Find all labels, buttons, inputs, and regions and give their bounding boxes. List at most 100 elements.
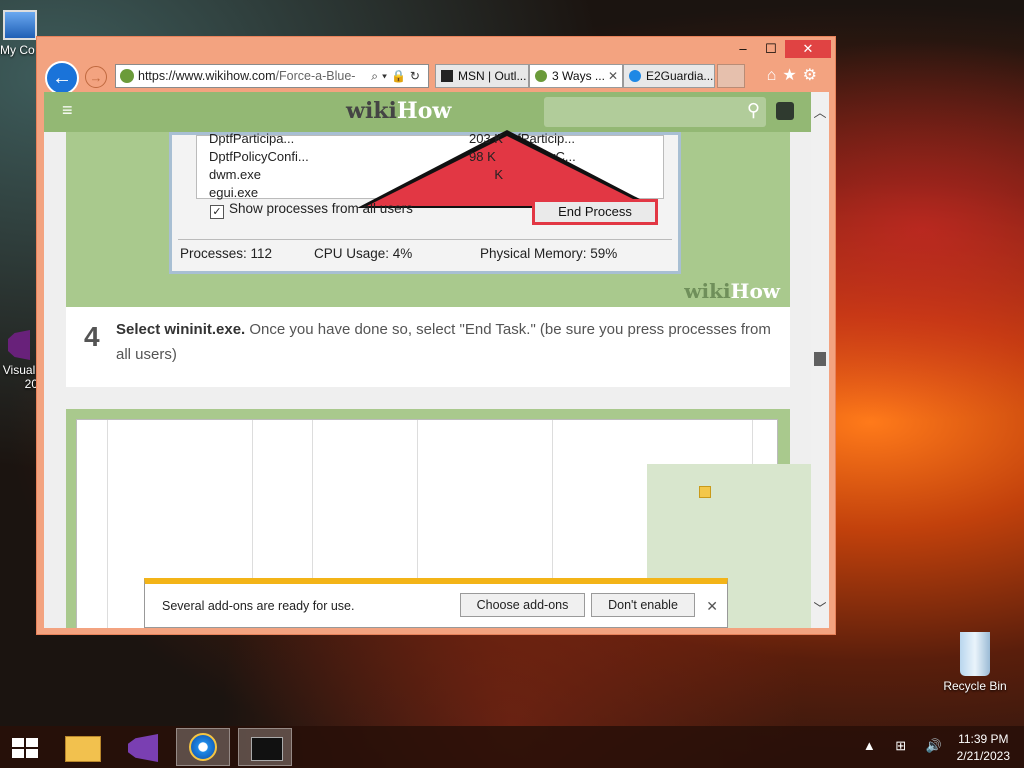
task-manager-screenshot: DptfParticipa... DptfPolicyConfi... dwm.… [169, 130, 681, 274]
notification-close-icon[interactable]: ✕ [706, 598, 718, 615]
address-tools[interactable]: ⌕▾🔒↻ [371, 65, 424, 87]
taskbar-file-explorer[interactable] [56, 728, 110, 766]
address-bar[interactable]: https://www.wikihow.com/Force-a-Blue- ⌕▾… [115, 64, 429, 88]
start-icon [12, 738, 38, 758]
step-card: 4 Select wininit.exe. Once you have done… [66, 307, 790, 387]
arrow-right-icon: → [89, 70, 103, 85]
new-tab-button[interactable] [717, 64, 745, 88]
process-list: DptfParticipa... DptfPolicyConfi... dwm.… [196, 130, 664, 208]
step-number: 4 [84, 321, 100, 352]
desktop-icon-my-computer[interactable]: My Co [0, 10, 40, 57]
scroll-thumb[interactable] [814, 352, 826, 366]
url-domain: https://www.wikihow.com [138, 69, 276, 83]
site-favicon-icon [120, 69, 134, 83]
scroll-down-icon[interactable]: ﹀ [811, 598, 829, 617]
page-viewport: ≡ wikiHow ⚲ DptfParticipa... DptfPolicyC… [44, 92, 811, 628]
end-process-button-highlighted: End Process [532, 199, 658, 225]
process-mem: K [494, 167, 503, 182]
logo-how: How [396, 98, 452, 124]
forward-button[interactable]: → [85, 66, 107, 88]
wikihow-icon [535, 70, 547, 82]
address-url: https://www.wikihow.com/Force-a-Blue- [138, 65, 358, 87]
tab-label: 3 Ways ... [552, 69, 605, 83]
visual-studio-icon [8, 330, 30, 360]
ad-icon [699, 486, 711, 498]
minimize-button[interactable]: – [729, 40, 757, 58]
status-cpu: CPU Usage: 4% [314, 246, 413, 261]
ie-icon [629, 70, 641, 82]
process-name: egui.exe [209, 185, 259, 200]
notification-message: Several add-ons are ready for use. [162, 599, 355, 613]
desktop-icon-label: Visual [2, 363, 36, 377]
tab-wikihow[interactable]: 3 Ways ... ✕ [529, 64, 623, 88]
tab-close-icon[interactable]: ✕ [608, 65, 618, 87]
divider [107, 420, 108, 628]
desktop-icon-label: Recycle Bin [943, 679, 1007, 693]
step-text: Select wininit.exe. Once you have done s… [116, 317, 776, 367]
taskbar: ▲ ⊞ 🔊 11:39 PM 2/21/2023 [0, 726, 1024, 768]
watermark-wiki: wiki [684, 279, 731, 303]
scroll-up-icon[interactable]: ︿ [811, 102, 829, 121]
tab-e2guardian[interactable]: E2Guardia... [623, 64, 715, 88]
random-article-icon[interactable] [776, 102, 794, 120]
settings-icon[interactable]: ⚙ [803, 67, 823, 84]
taskbar-visual-studio[interactable] [116, 728, 170, 766]
show-processes-checkbox: ✓ Show processes from all users [210, 201, 413, 219]
toolbar-icons: ⌂★⚙ [767, 65, 823, 85]
msn-icon [441, 70, 453, 82]
computer-icon [3, 10, 37, 40]
visual-studio-icon [128, 734, 158, 762]
tab-label: E2Guardia... [646, 69, 714, 83]
checkbox-icon: ✓ [210, 205, 224, 219]
system-tray[interactable]: ▲ ⊞ 🔊 [863, 738, 950, 754]
taskbar-clock[interactable]: 11:39 PM 2/21/2023 [957, 731, 1010, 765]
desktop-icon-label: 20 [24, 377, 38, 391]
addons-notification: Several add-ons are ready for use. Choos… [144, 578, 728, 628]
maximize-button[interactable]: ☐ [757, 40, 785, 58]
status-memory: Physical Memory: 59% [480, 246, 618, 261]
back-button[interactable]: ← [45, 61, 79, 95]
desktop-icon-recycle-bin[interactable]: Recycle Bin [940, 632, 1010, 693]
process-mem: 203 K [469, 131, 503, 146]
command-prompt-icon [251, 737, 283, 761]
close-button[interactable]: ✕ [785, 40, 831, 58]
process-name: dwm.exe [209, 167, 262, 182]
step-bold: Select wininit.exe. [116, 321, 246, 338]
desktop-icon-label: My Co [0, 43, 35, 57]
taskbar-command-prompt[interactable] [238, 728, 292, 766]
internet-explorer-icon [189, 733, 217, 761]
logo-wiki: wiki [346, 98, 397, 124]
process-name: DptfParticipa... [209, 131, 295, 146]
watermark-how: How [730, 279, 780, 303]
search-icon[interactable]: ⚲ [747, 100, 760, 121]
checkbox-label: Show processes from all users [229, 201, 413, 216]
wikihow-watermark: wikiHow [684, 279, 780, 303]
status-processes: Processes: 112 [180, 246, 273, 261]
clock-date: 2/21/2023 [956, 749, 1010, 763]
process-mem: 98 K [469, 149, 496, 164]
process-name: DptfPolicyConfi... [209, 149, 309, 164]
tab-msn[interactable]: MSN | Outl... [435, 64, 529, 88]
start-button[interactable] [0, 728, 54, 766]
wikihow-logo[interactable]: wikiHow [346, 98, 451, 124]
vertical-scrollbar[interactable]: ︿ ﹀ [811, 92, 829, 628]
desktop-icon-visual-studio[interactable]: Visual 20 [0, 330, 38, 391]
pointer-arrow [367, 136, 647, 206]
search-input[interactable]: ⚲ [544, 97, 766, 127]
wikihow-header: ≡ wikiHow ⚲ [44, 92, 811, 132]
file-explorer-icon [65, 736, 101, 762]
clock-time: 11:39 PM [958, 732, 1009, 746]
task-manager-statusbar: Processes: 112 CPU Usage: 4% Physical Me… [178, 239, 672, 268]
menu-icon[interactable]: ≡ [62, 100, 73, 121]
url-path: /Force-a-Blue- [275, 69, 356, 83]
navigation-bar: ← → https://www.wikihow.com/Force-a-Blue… [43, 61, 829, 95]
taskbar-internet-explorer[interactable] [176, 728, 230, 766]
recycle-bin-icon [960, 632, 990, 676]
tab-label: MSN | Outl... [458, 69, 527, 83]
favorites-icon[interactable]: ★ [782, 67, 802, 84]
dont-enable-button[interactable]: Don't enable [591, 593, 695, 617]
choose-addons-button[interactable]: Choose add-ons [460, 593, 585, 617]
arrow-left-icon: ← [52, 67, 72, 89]
home-icon[interactable]: ⌂ [767, 67, 783, 84]
browser-window: – ☐ ✕ ← → https://www.wikihow.com/Force-… [36, 36, 836, 635]
